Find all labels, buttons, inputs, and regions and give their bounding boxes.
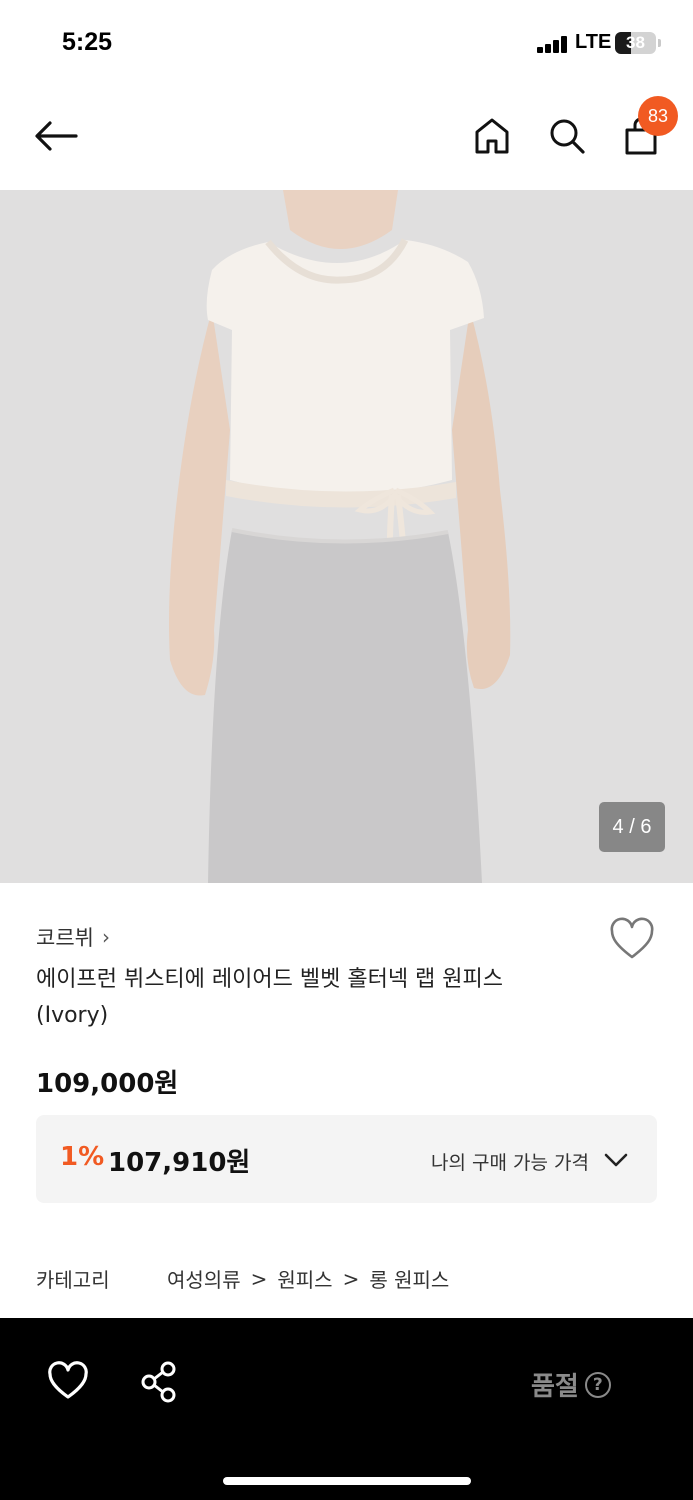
soldout-label: 품절 [531, 1372, 579, 1402]
heart-outline-icon [48, 1361, 88, 1399]
back-button[interactable] [32, 112, 80, 160]
product-name-line: (Ivory) [36, 1003, 109, 1028]
share-icon [141, 1361, 176, 1403]
chevron-down-icon [604, 1153, 628, 1167]
network-label: LTE [575, 31, 612, 53]
cart-count-badge: 83 [638, 96, 678, 136]
product-name-line: 에이프런 뷔스티에 레이어드 벨벳 홀터넥 랩 원피스 [36, 967, 504, 992]
status-time: 5:25 [62, 28, 113, 56]
signal-icon [537, 36, 569, 53]
discount-rate: 1% [60, 1142, 105, 1172]
wishlist-button[interactable] [608, 916, 656, 964]
breadcrumb: 여성의류 > 원피스 > 롱 원피스 [167, 1264, 449, 1293]
battery-icon: 38 [615, 32, 656, 54]
my-price-label: 나의 구매 가능 가격 [431, 1152, 589, 1174]
bottom-action-bar: 품절 ? [0, 1318, 693, 1500]
breadcrumb-item[interactable]: 원피스 [277, 1264, 332, 1293]
search-button[interactable] [543, 112, 591, 160]
back-arrow-icon [35, 121, 78, 151]
chevron-right-icon: > [250, 1266, 268, 1291]
category-label: 카테고리 [36, 1268, 110, 1292]
battery-tip [658, 39, 661, 47]
discounted-price: 107,910원 [108, 1148, 251, 1178]
share-button[interactable] [139, 1360, 179, 1404]
brand-link[interactable]: 코르뷔 › [36, 922, 110, 952]
status-bar: 5:25 LTE 38 [0, 0, 693, 88]
search-icon [550, 119, 585, 154]
product-photo [0, 190, 693, 883]
product-price: 109,000원 [36, 1069, 179, 1099]
image-counter: 4 / 6 [599, 802, 665, 852]
my-price-dropdown[interactable]: 1% 107,910원 나의 구매 가능 가격 [36, 1115, 657, 1203]
heart-outline-icon [610, 917, 654, 959]
home-icon [475, 118, 509, 154]
soldout-status: 품절 ? [531, 1366, 611, 1403]
top-navigation [0, 92, 693, 188]
battery-level: 38 [626, 33, 645, 52]
home-indicator[interactable] [223, 1477, 471, 1485]
like-button[interactable] [46, 1360, 90, 1404]
home-button[interactable] [468, 112, 516, 160]
chevron-right-icon: > [342, 1266, 360, 1291]
brand-name: 코르뷔 [36, 926, 94, 950]
breadcrumb-item[interactable]: 여성의류 [167, 1264, 241, 1293]
product-name: 에이프런 뷔스티에 레이어드 벨벳 홀터넥 랩 원피스 (Ivory) [36, 962, 596, 1034]
breadcrumb-item[interactable]: 롱 원피스 [369, 1264, 449, 1293]
chevron-right-icon: › [101, 925, 110, 949]
help-circle-icon[interactable]: ? [584, 1371, 611, 1398]
product-image[interactable] [0, 190, 693, 883]
